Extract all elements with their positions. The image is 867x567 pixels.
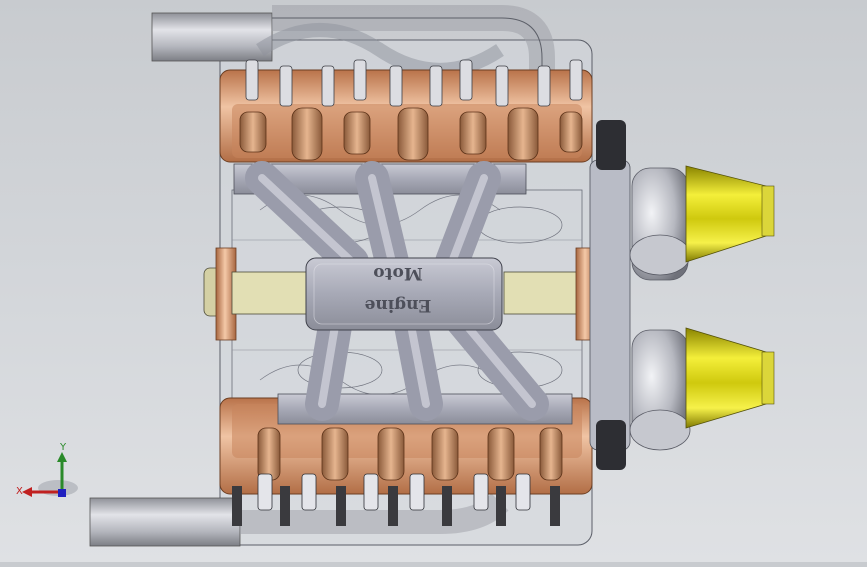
coordinate-triad: X Y — [14, 440, 84, 510]
timing-cover[interactable] — [589, 120, 631, 470]
model-viewport[interactable]: Moto Engine — [0, 0, 867, 562]
air-filter-upper[interactable] — [629, 165, 775, 281]
engraving-line1: Moto — [373, 263, 422, 283]
y-axis-label: Y — [60, 442, 67, 453]
z-axis-marker — [58, 489, 66, 497]
engraving-line2: Engine — [364, 295, 431, 315]
air-filter-lower[interactable] — [629, 327, 775, 451]
cylinder-head-top[interactable] — [219, 59, 593, 163]
x-axis-label: X — [16, 486, 23, 497]
